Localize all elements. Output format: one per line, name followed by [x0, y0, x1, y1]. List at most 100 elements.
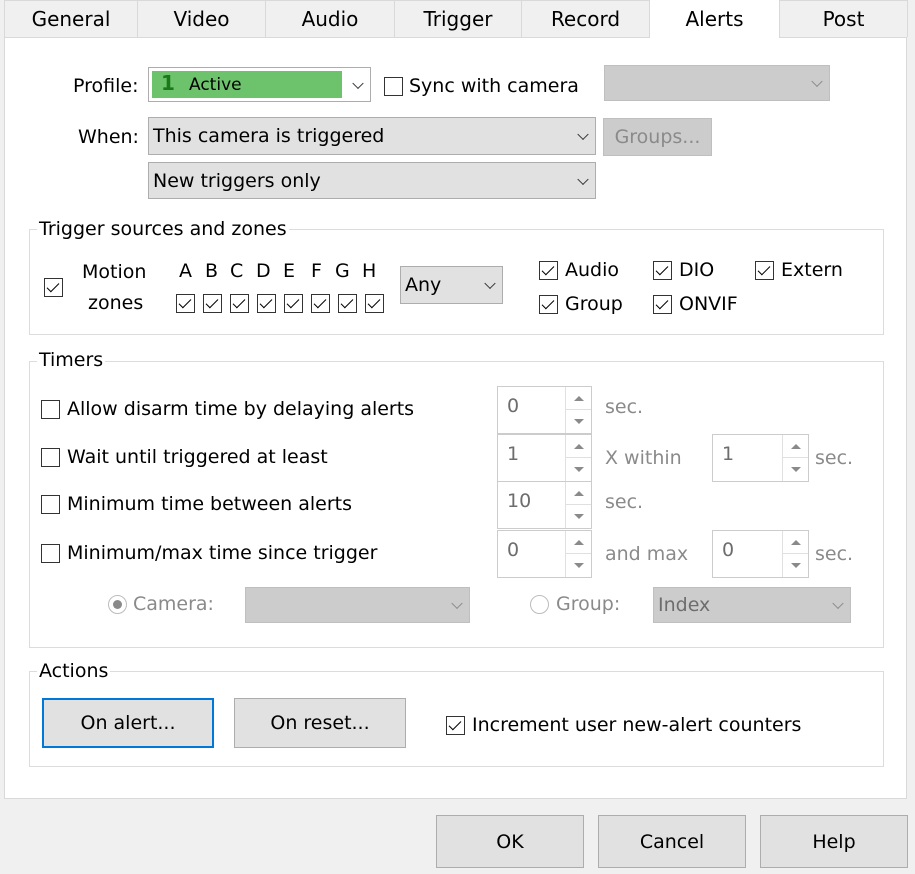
- allow-disarm-label: Allow disarm time by delaying alerts: [67, 398, 415, 420]
- zone-d-label: D: [256, 260, 271, 282]
- disarm-value: 0: [507, 395, 520, 417]
- zone-c-checkbox[interactable]: [230, 294, 249, 313]
- wait-count-spinner[interactable]: 1: [497, 434, 592, 482]
- tab-label: General: [31, 7, 111, 31]
- zone-b-label: B: [205, 260, 219, 282]
- max-time-value: 0: [722, 539, 735, 561]
- tab-video[interactable]: Video: [137, 0, 266, 37]
- wait-triggered-checkbox[interactable]: [41, 448, 60, 467]
- min-time-spinner[interactable]: 0: [497, 530, 592, 578]
- chevron-down-icon: [832, 597, 844, 610]
- sync-camera-select[interactable]: [604, 65, 830, 101]
- sync-with-camera-checkbox[interactable]: [384, 77, 403, 96]
- when-value: This camera is triggered: [153, 125, 385, 147]
- wait-triggered-label: Wait until triggered at least: [67, 446, 328, 468]
- tab-audio[interactable]: Audio: [265, 0, 395, 37]
- min-between-sec-label: sec.: [605, 491, 644, 513]
- within-spinner[interactable]: 1: [712, 434, 809, 482]
- allow-disarm-checkbox[interactable]: [41, 400, 60, 419]
- actions-title: Actions: [37, 660, 111, 682]
- tab-general[interactable]: General: [4, 0, 138, 37]
- spin-down-button[interactable]: [566, 410, 591, 433]
- onvif-checkbox[interactable]: [653, 295, 672, 314]
- audio-label: Audio: [565, 259, 620, 281]
- on-reset-label: On reset...: [270, 712, 370, 734]
- motion-zones-checkbox[interactable]: [44, 278, 63, 297]
- on-reset-button[interactable]: On reset...: [234, 698, 406, 748]
- chevron-down-icon: [451, 597, 463, 610]
- tab-label: Trigger: [423, 7, 493, 31]
- group-checkbox[interactable]: [539, 295, 558, 314]
- tab-label: Alerts: [685, 6, 744, 31]
- within-value: 1: [722, 443, 735, 465]
- tab-post[interactable]: Post: [779, 0, 908, 37]
- profile-select[interactable]: 1 Active: [148, 67, 371, 102]
- increment-counters-label: Increment user new-alert counters: [472, 714, 802, 736]
- minmax-checkbox[interactable]: [41, 544, 60, 563]
- min-between-checkbox[interactable]: [41, 495, 60, 514]
- timers-title: Timers: [37, 349, 106, 371]
- min-between-spinner[interactable]: 10: [497, 481, 592, 529]
- increment-counters-checkbox[interactable]: [446, 716, 465, 735]
- spin-down-button[interactable]: [783, 458, 808, 481]
- chevron-down-icon: [352, 77, 364, 89]
- triggers-select[interactable]: New triggers only: [148, 162, 596, 199]
- zone-f-checkbox[interactable]: [311, 294, 330, 313]
- spin-up-button[interactable]: [566, 482, 591, 505]
- extern-checkbox[interactable]: [755, 261, 774, 280]
- zone-g-checkbox[interactable]: [338, 294, 357, 313]
- ok-label: OK: [496, 830, 524, 853]
- minmax-label: Minimum/max time since trigger: [67, 542, 378, 564]
- profile-value: Active: [189, 75, 242, 95]
- tab-label: Record: [550, 7, 621, 31]
- disarm-spinner[interactable]: 0: [497, 386, 592, 434]
- zone-b-checkbox[interactable]: [203, 294, 222, 313]
- zone-f-label: F: [311, 260, 322, 282]
- spin-down-button[interactable]: [566, 554, 591, 577]
- min-between-value: 10: [507, 490, 532, 512]
- min-between-label: Minimum time between alerts: [67, 493, 353, 515]
- group-select[interactable]: Index: [653, 587, 851, 623]
- zone-e-label: E: [283, 260, 296, 282]
- zone-e-checkbox[interactable]: [284, 294, 303, 313]
- onvif-label: ONVIF: [679, 293, 738, 315]
- tab-record[interactable]: Record: [521, 0, 650, 37]
- spin-down-button[interactable]: [566, 505, 591, 528]
- when-select[interactable]: This camera is triggered: [148, 117, 596, 155]
- chevron-down-icon: [484, 277, 496, 290]
- trigger-sources-title: Trigger sources and zones: [37, 218, 289, 240]
- groups-button-label: Groups...: [614, 126, 701, 148]
- tab-trigger[interactable]: Trigger: [394, 0, 522, 37]
- zone-a-checkbox[interactable]: [176, 294, 195, 313]
- spin-down-button[interactable]: [566, 458, 591, 481]
- when-label: When:: [78, 126, 139, 148]
- group-radio[interactable]: [530, 595, 549, 614]
- groups-button[interactable]: Groups...: [603, 118, 712, 156]
- tab-alerts[interactable]: Alerts: [649, 0, 780, 38]
- spin-up-button[interactable]: [783, 435, 808, 458]
- profile-number: 1: [161, 71, 175, 95]
- spin-up-button[interactable]: [566, 435, 591, 458]
- spin-up-button[interactable]: [783, 531, 808, 554]
- cancel-button[interactable]: Cancel: [598, 815, 746, 868]
- triggers-value: New triggers only: [153, 169, 321, 192]
- chevron-down-icon: [577, 173, 589, 185]
- dio-checkbox[interactable]: [653, 261, 672, 280]
- help-button[interactable]: Help: [760, 815, 908, 868]
- tab-label: Audio: [301, 7, 359, 31]
- group-radio-label: Group:: [556, 593, 621, 615]
- spin-down-button[interactable]: [783, 554, 808, 577]
- spin-up-button[interactable]: [566, 387, 591, 410]
- disarm-sec-label: sec.: [605, 396, 644, 418]
- camera-select[interactable]: [245, 587, 470, 623]
- zone-d-checkbox[interactable]: [257, 294, 276, 313]
- on-alert-button[interactable]: On alert...: [42, 698, 214, 748]
- camera-radio[interactable]: [108, 595, 127, 614]
- spin-up-button[interactable]: [566, 531, 591, 554]
- zone-mode-select[interactable]: Any: [400, 266, 503, 304]
- ok-button[interactable]: OK: [436, 815, 584, 868]
- zone-h-checkbox[interactable]: [365, 294, 384, 313]
- zone-c-label: C: [230, 260, 244, 282]
- audio-checkbox[interactable]: [539, 261, 558, 280]
- max-time-spinner[interactable]: 0: [712, 530, 809, 578]
